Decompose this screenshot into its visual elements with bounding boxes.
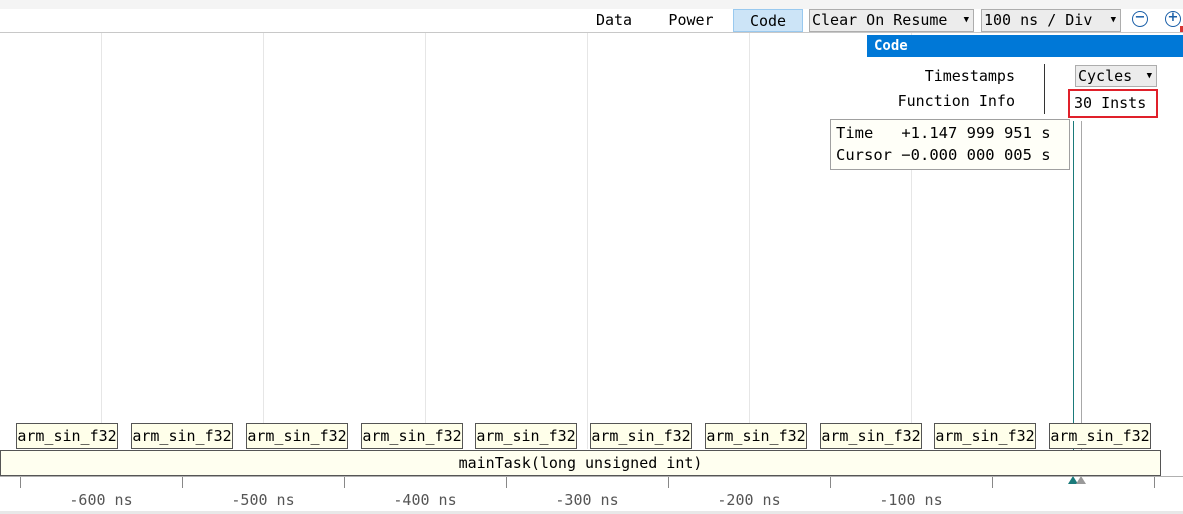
clear-mode-value: Clear On Resume: [812, 11, 948, 29]
code-panel: Code Timestamps Function Info Cycles ▼ 3…: [867, 35, 1183, 119]
tab-power[interactable]: Power: [656, 9, 726, 32]
function-block[interactable]: arm_sin_f32: [16, 423, 118, 449]
gridline: [587, 33, 588, 449]
ruler-tick: [992, 477, 993, 488]
ruler-baseline: [0, 476, 1183, 477]
code-panel-title: Code: [867, 35, 1183, 57]
chevron-down-icon: ▼: [1146, 71, 1152, 81]
function-block[interactable]: arm_sin_f32: [820, 423, 922, 449]
reference-cursor-marker-icon[interactable]: [1076, 476, 1086, 484]
function-block[interactable]: arm_sin_f32: [475, 423, 577, 449]
tab-data[interactable]: Data: [582, 9, 646, 32]
zoom-in-icon[interactable]: +: [1165, 11, 1181, 27]
function-block[interactable]: arm_sin_f32: [934, 423, 1036, 449]
timestamps-value: Cycles: [1078, 67, 1133, 85]
ruler-label: -300 ns: [555, 491, 619, 509]
gridline: [425, 33, 426, 449]
ruler-tick: [668, 477, 669, 488]
gridline: [263, 33, 264, 449]
tab-code[interactable]: Code: [733, 9, 803, 32]
cursor-tooltip: Time +1.147 999 951 s Cursor −0.000 000 0…: [830, 119, 1070, 170]
gridline: [749, 33, 750, 449]
function-info-value[interactable]: 30 Insts: [1068, 89, 1158, 118]
clear-mode-dropdown[interactable]: Clear On Resume ▼: [809, 9, 974, 32]
ruler-tick: [182, 477, 183, 488]
function-block[interactable]: arm_sin_f32: [1049, 423, 1151, 449]
time-scale-dropdown[interactable]: 100 ns / Div ▼: [981, 9, 1121, 32]
ruler-label: -100 ns: [879, 491, 943, 509]
ruler-label: -200 ns: [717, 491, 781, 509]
main-task-block[interactable]: mainTask(long unsigned int): [0, 450, 1161, 476]
time-ruler[interactable]: -600 ns -500 ns -400 ns -300 ns -200 ns …: [0, 476, 1183, 514]
function-block[interactable]: arm_sin_f32: [246, 423, 348, 449]
toolbar: Data Power Code Clear On Resume ▼ 100 ns…: [0, 0, 1183, 33]
ruler-tick: [344, 477, 345, 488]
chevron-down-icon: ▼: [963, 15, 969, 25]
ruler-label: -600 ns: [69, 491, 133, 509]
function-block[interactable]: arm_sin_f32: [590, 423, 692, 449]
zoom-out-icon[interactable]: −: [1132, 11, 1148, 27]
ruler-tick: [506, 477, 507, 488]
function-block[interactable]: arm_sin_f32: [361, 423, 463, 449]
function-block[interactable]: arm_sin_f32: [705, 423, 807, 449]
time-scale-value: 100 ns / Div: [984, 11, 1093, 29]
ruler-tick: [830, 477, 831, 488]
tooltip-cursor: Cursor −0.000 000 005 s: [836, 146, 1051, 164]
chevron-down-icon: ▼: [1110, 15, 1116, 25]
function-block[interactable]: arm_sin_f32: [131, 423, 233, 449]
ruler-tick: [20, 477, 21, 488]
ruler-label: -400 ns: [393, 491, 457, 509]
timestamps-label: Timestamps: [924, 67, 1015, 85]
timestamps-dropdown[interactable]: Cycles ▼: [1075, 65, 1157, 87]
ruler-tick: [1154, 477, 1155, 488]
tooltip-time: Time +1.147 999 951 s: [836, 124, 1051, 142]
ruler-label: -500 ns: [231, 491, 295, 509]
gridline: [101, 33, 102, 449]
function-info-label: Function Info: [897, 92, 1015, 110]
code-panel-separator: [1044, 64, 1045, 114]
toolbar-top-strip: [0, 0, 1183, 9]
